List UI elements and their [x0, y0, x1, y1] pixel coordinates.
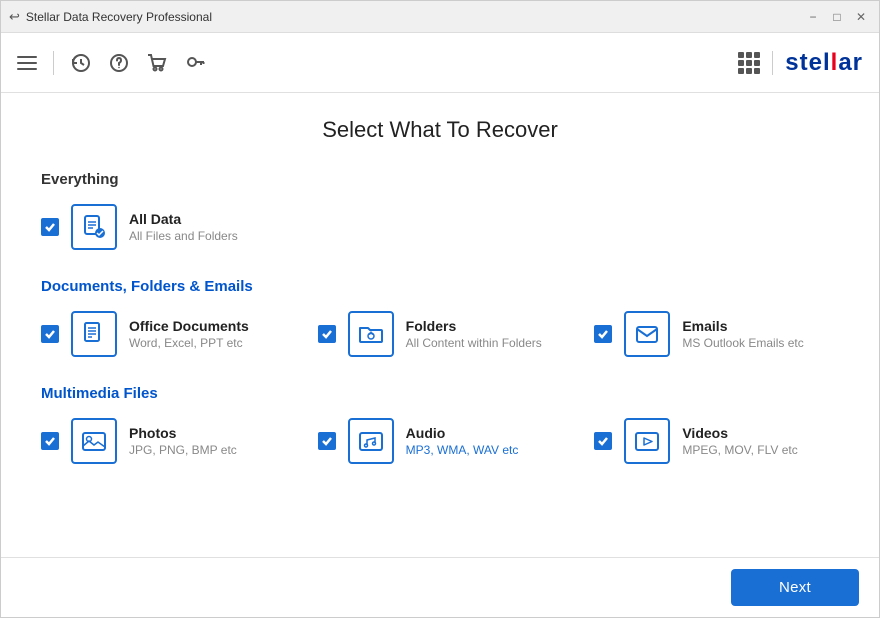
audio-text: Audio MP3, WMA, WAV etc — [406, 425, 519, 457]
stellar-logo: stellar — [785, 49, 863, 77]
photos-icon-box — [71, 418, 117, 464]
photos-label: Photos — [129, 425, 237, 441]
all-data-sublabel: All Files and Folders — [129, 229, 238, 243]
title-bar-title: Stellar Data Recovery Professional — [26, 10, 212, 24]
title-bar-controls: − □ ✕ — [803, 7, 871, 27]
checkbox-all-data-box[interactable] — [41, 218, 59, 236]
checkbox-videos[interactable] — [594, 432, 612, 450]
audio-label: Audio — [406, 425, 519, 441]
emails-text: Emails MS Outlook Emails etc — [682, 318, 803, 350]
main-content: Select What To Recover Everything — [1, 93, 879, 557]
maximize-button[interactable]: □ — [827, 7, 847, 27]
audio-sublabel: MP3, WMA, WAV etc — [406, 443, 519, 457]
videos-icon-box — [624, 418, 670, 464]
toolbar-divider — [53, 51, 54, 75]
section-multimedia: Multimedia Files Photos — [41, 385, 839, 464]
checkbox-photos[interactable] — [41, 432, 59, 450]
title-bar: ↩ Stellar Data Recovery Professional − □… — [1, 1, 879, 33]
items-grid-multimedia: Photos JPG, PNG, BMP etc — [41, 418, 839, 464]
item-emails: Emails MS Outlook Emails etc — [594, 311, 839, 357]
section-everything: Everything — [41, 171, 839, 250]
section-title-everything: Everything — [41, 171, 839, 188]
cart-icon[interactable] — [146, 52, 168, 74]
toolbar-divider-2 — [772, 51, 773, 75]
office-docs-icon-box — [71, 311, 117, 357]
item-office-docs: Office Documents Word, Excel, PPT etc — [41, 311, 286, 357]
item-photos: Photos JPG, PNG, BMP etc — [41, 418, 286, 464]
videos-label: Videos — [682, 425, 797, 441]
section-title-multimedia: Multimedia Files — [41, 385, 839, 402]
folders-sublabel: All Content within Folders — [406, 336, 542, 350]
key-icon[interactable] — [184, 52, 206, 74]
item-folders: Folders All Content within Folders — [318, 311, 563, 357]
history-icon[interactable] — [70, 52, 92, 74]
office-docs-sublabel: Word, Excel, PPT etc — [129, 336, 249, 350]
title-bar-left: ↩ Stellar Data Recovery Professional — [9, 9, 212, 25]
office-docs-label: Office Documents — [129, 318, 249, 334]
checkbox-folders[interactable] — [318, 325, 336, 343]
minimize-button[interactable]: − — [803, 7, 823, 27]
emails-icon-box — [624, 311, 670, 357]
item-videos: Videos MPEG, MOV, FLV etc — [594, 418, 839, 464]
close-button[interactable]: ✕ — [851, 7, 871, 27]
emails-sublabel: MS Outlook Emails etc — [682, 336, 803, 350]
all-data-label: All Data — [129, 211, 238, 227]
toolbar-left — [17, 51, 206, 75]
menu-icon[interactable] — [17, 56, 37, 70]
toolbar: stellar — [1, 33, 879, 93]
page-title: Select What To Recover — [41, 117, 839, 143]
logo-text: stellar — [785, 49, 863, 77]
footer: Next — [1, 557, 879, 617]
apps-icon[interactable] — [738, 52, 760, 74]
section-documents: Documents, Folders & Emails — [41, 278, 839, 357]
videos-text: Videos MPEG, MOV, FLV etc — [682, 425, 797, 457]
next-button[interactable]: Next — [731, 569, 859, 606]
checkbox-audio[interactable] — [318, 432, 336, 450]
items-grid-documents: Office Documents Word, Excel, PPT etc — [41, 311, 839, 357]
checkbox-all-data — [41, 218, 59, 236]
emails-label: Emails — [682, 318, 803, 334]
checkbox-office-docs[interactable] — [41, 325, 59, 343]
folders-text: Folders All Content within Folders — [406, 318, 542, 350]
checkbox-emails[interactable] — [594, 325, 612, 343]
back-icon: ↩ — [9, 9, 20, 25]
all-data-text: All Data All Files and Folders — [129, 211, 238, 243]
photos-sublabel: JPG, PNG, BMP etc — [129, 443, 237, 457]
audio-icon-box — [348, 418, 394, 464]
items-grid-everything: All Data All Files and Folders — [41, 204, 839, 250]
help-icon[interactable] — [108, 52, 130, 74]
folders-icon-box — [348, 311, 394, 357]
toolbar-right: stellar — [738, 49, 863, 77]
section-title-documents: Documents, Folders & Emails — [41, 278, 839, 295]
all-data-icon-box — [71, 204, 117, 250]
photos-text: Photos JPG, PNG, BMP etc — [129, 425, 237, 457]
videos-sublabel: MPEG, MOV, FLV etc — [682, 443, 797, 457]
item-all-data: All Data All Files and Folders — [41, 204, 839, 250]
item-audio: Audio MP3, WMA, WAV etc — [318, 418, 563, 464]
folders-label: Folders — [406, 318, 542, 334]
office-docs-text: Office Documents Word, Excel, PPT etc — [129, 318, 249, 350]
